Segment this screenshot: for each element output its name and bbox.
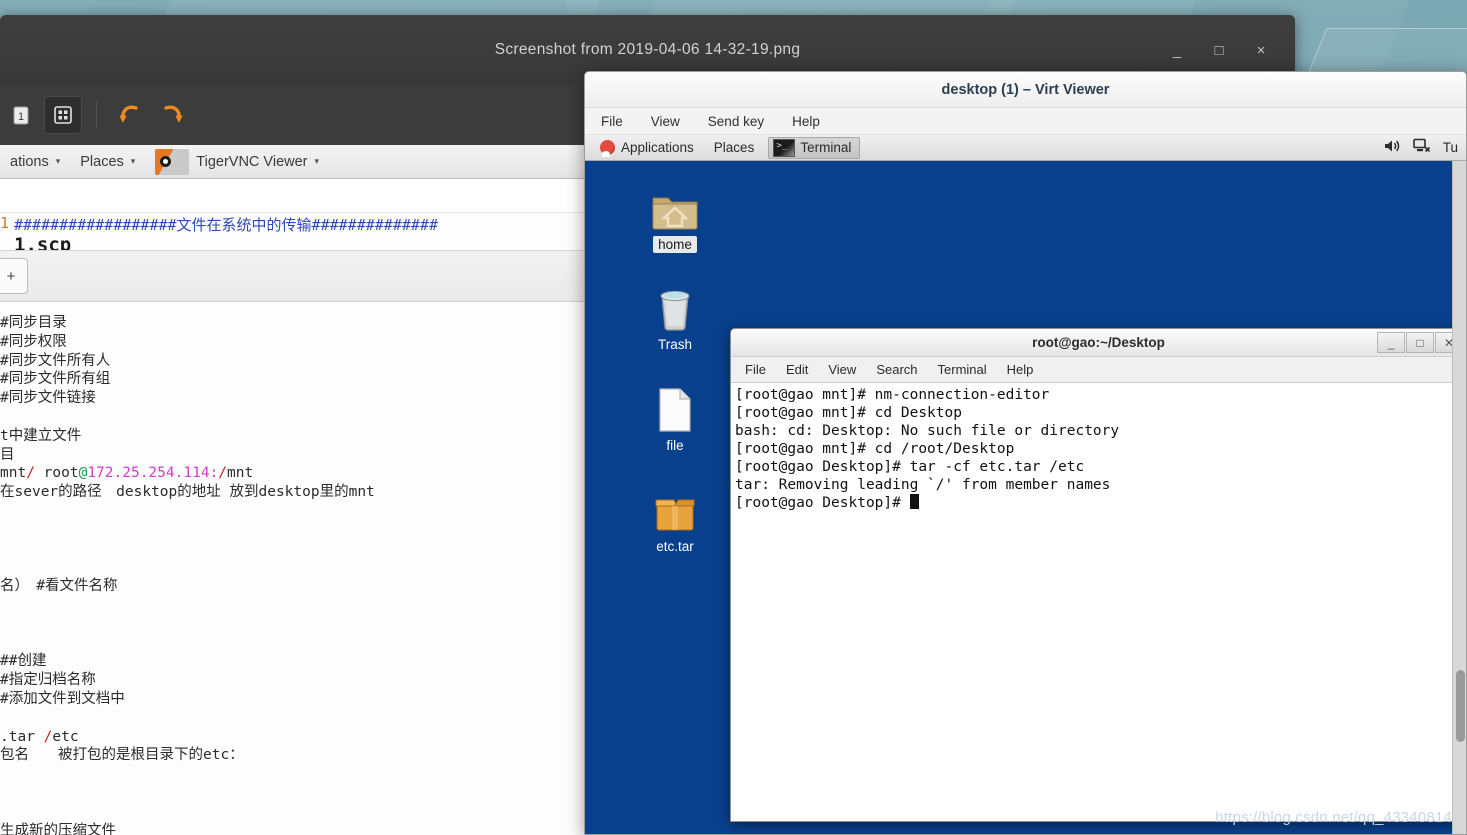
menu-send-key[interactable]: Send key [704, 112, 768, 131]
inner-applications-label: ations [10, 153, 49, 170]
guest-clock[interactable]: Tu [1443, 140, 1458, 155]
virt-viewer-menubar[interactable]: File View Send key Help [585, 108, 1466, 135]
chevron-down-icon: ▾ [130, 156, 136, 166]
inner-places-menu: Places ▾ [70, 145, 145, 178]
virt-viewer-window[interactable]: desktop (1) – Virt Viewer File View Send… [584, 71, 1467, 835]
terminal-menu-terminal[interactable]: Terminal [938, 362, 987, 377]
desktop-icon-label: etc.tar [656, 539, 694, 554]
chevron-down-icon: ▾ [314, 156, 320, 166]
terminal-line: [root@gao Desktop]# tar -cf etc.tar /etc [735, 459, 1085, 475]
desktop-icon-etc-tar[interactable]: etc.tar [632, 480, 718, 555]
terminal-menu-search[interactable]: Search [876, 362, 917, 377]
virt-viewer-title: desktop (1) – Virt Viewer [941, 81, 1110, 98]
terminal-maximize-button[interactable]: □ [1406, 332, 1434, 353]
menu-view[interactable]: View [647, 112, 684, 131]
volume-icon[interactable] [1383, 138, 1402, 157]
trash-icon [632, 278, 718, 332]
terminal-menu-help[interactable]: Help [1007, 362, 1034, 377]
home-folder-icon [632, 178, 718, 232]
archive-icon [632, 480, 718, 534]
network-disconnected-icon[interactable] [1412, 138, 1432, 157]
terminal-line: tar: Removing leading `/' from member na… [735, 477, 1111, 493]
terminal-output[interactable]: [root@gao mnt]# nm-connection-editor [roo… [731, 383, 1466, 821]
terminal-menubar[interactable]: File Edit View Search Terminal Help [731, 357, 1466, 383]
terminal-titlebar[interactable]: root@gao:~/Desktop _ □ ✕ [731, 329, 1466, 357]
guest-system-tray[interactable]: Tu [1383, 138, 1464, 157]
terminal-line: [root@gao mnt]# nm-connection-editor [735, 387, 1050, 403]
guest-applications-menu[interactable]: Applications [590, 135, 704, 160]
terminal-line: [root@gao mnt]# cd /root/Desktop [735, 441, 1015, 457]
terminal-menu-file[interactable]: File [745, 362, 766, 377]
desktop-icon-home[interactable]: home [632, 178, 718, 253]
rotate-left-icon[interactable] [111, 96, 149, 134]
inner-applications-menu: ations ▾ [0, 145, 70, 178]
terminal-cursor [909, 494, 919, 509]
tigervnc-icon [155, 148, 190, 175]
close-button[interactable]: × [1247, 36, 1275, 64]
gnome-terminal-window[interactable]: root@gao:~/Desktop _ □ ✕ File Edit View … [730, 328, 1466, 822]
taskbar-item-label: Terminal [800, 140, 852, 155]
virt-viewer-scrollbar[interactable] [1452, 161, 1466, 834]
terminal-menu-view[interactable]: View [828, 362, 856, 377]
terminal-menu-edit[interactable]: Edit [786, 362, 808, 377]
terminal-title: root@gao:~/Desktop [1032, 335, 1165, 350]
terminal-icon: >_ [773, 138, 796, 157]
watermark-text: https://blog.csdn.net/qq_43340814 [1215, 809, 1452, 826]
terminal-window-controls: _ □ ✕ [1376, 332, 1463, 353]
virt-viewer-titlebar[interactable]: desktop (1) – Virt Viewer [585, 72, 1466, 108]
chevron-down-icon: ▾ [55, 156, 61, 166]
terminal-line: bash: cd: Desktop: No such file or direc… [735, 423, 1120, 439]
menu-help[interactable]: Help [788, 112, 824, 131]
svg-text:1: 1 [18, 111, 24, 123]
maximize-button[interactable]: □ [1205, 36, 1233, 64]
guest-gnome-panel[interactable]: Applications Places >_ Terminal Tu [585, 135, 1466, 161]
desktop-icon-file[interactable]: file [632, 379, 718, 454]
guest-applications-label: Applications [621, 140, 694, 155]
desktop-icon-trash[interactable]: Trash [632, 278, 718, 353]
redhat-logo-icon [600, 140, 615, 157]
rotate-right-icon[interactable] [153, 96, 191, 134]
desktop-icon-label: file [666, 438, 684, 453]
fullscreen-icon[interactable] [44, 96, 82, 134]
virt-viewer-scrollbar-thumb[interactable] [1456, 670, 1465, 742]
terminal-line: [root@gao Desktop]# [735, 494, 1462, 512]
inner-tigervnc-label: TigerVNC Viewer [196, 153, 308, 170]
document-icon [632, 379, 718, 433]
minimize-button[interactable]: _ [1163, 36, 1191, 64]
screenshot-viewer-title: Screenshot from 2019-04-06 14-32-19.png [494, 41, 801, 58]
inner-places-label: Places [80, 153, 124, 170]
guest-places-menu[interactable]: Places [704, 135, 765, 160]
terminal-line: [root@gao mnt]# cd Desktop [735, 405, 962, 421]
single-page-icon[interactable]: 1 [2, 96, 40, 134]
guest-places-label: Places [713, 140, 755, 155]
menu-file[interactable]: File [597, 112, 627, 131]
desktop-icon-label: Trash [657, 337, 692, 352]
terminal-minimize-button[interactable]: _ [1377, 332, 1405, 353]
new-tab-button[interactable]: + [0, 258, 28, 294]
taskbar-item-terminal[interactable]: >_ Terminal [768, 136, 861, 159]
toolbar-separator [96, 102, 97, 128]
inner-tigervnc-task: TigerVNC Viewer ▾ [145, 145, 329, 178]
guest-desktop[interactable]: home Trash file etc.tar root@gao:~/Deskt… [585, 161, 1466, 834]
desktop-icon-label: home [653, 236, 697, 253]
